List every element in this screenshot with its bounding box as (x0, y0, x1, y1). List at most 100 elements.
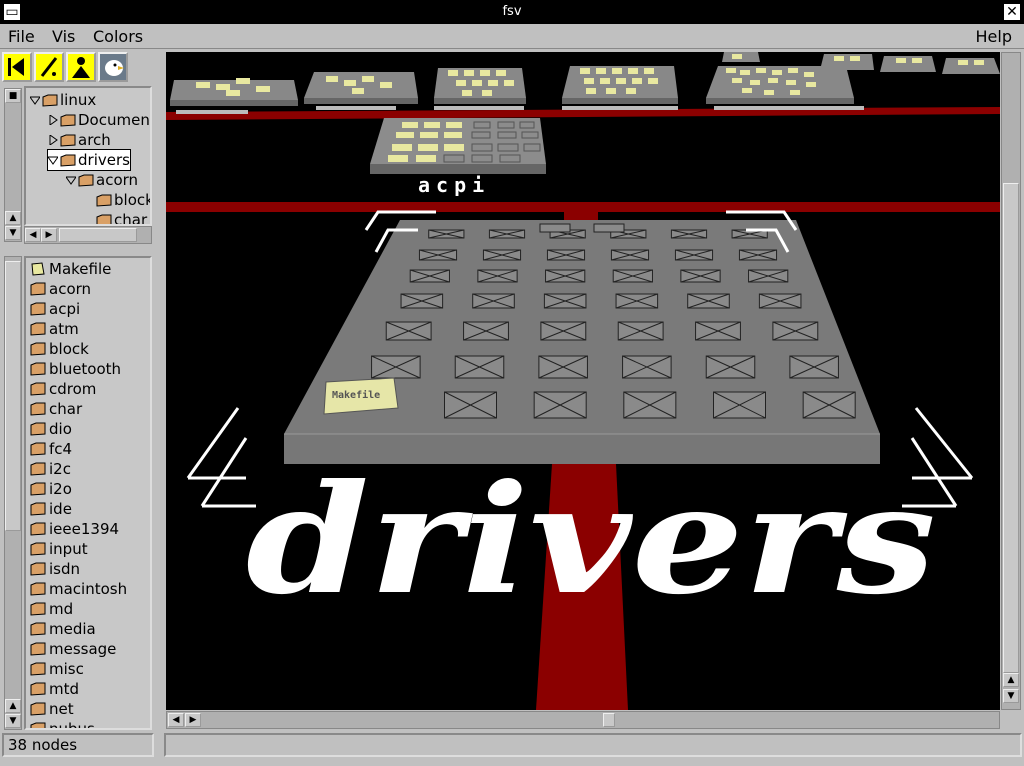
tree-scroll-left[interactable]: ◀ (25, 228, 41, 242)
tree-item[interactable]: Documen (48, 110, 150, 130)
list-item-label: misc (49, 660, 84, 678)
folder-icon (30, 662, 46, 676)
file-list[interactable]: Makefile acorn acpi atm block bluetooth cdrom c… (24, 256, 152, 730)
cd-up-button[interactable] (34, 52, 64, 82)
view-hscroll[interactable]: ◀ ▶ (166, 711, 1000, 729)
file-node[interactable] (593, 223, 625, 233)
list-item[interactable]: input (30, 539, 88, 559)
makefile-node[interactable]: Makefile (323, 377, 399, 415)
list-item[interactable]: misc (30, 659, 84, 679)
tree-scroll-up[interactable]: ▲ (5, 211, 21, 225)
list-item-label: char (49, 400, 83, 418)
collapse-icon[interactable] (30, 95, 40, 105)
list-item[interactable]: block (30, 339, 89, 359)
list-item-label: nubus (49, 720, 95, 730)
list-item[interactable]: char (30, 399, 82, 419)
collapse-icon[interactable] (48, 155, 58, 165)
tree-vscroll[interactable]: ■ ▲ ▼ (4, 88, 22, 242)
tree-scroll-right[interactable]: ▶ (41, 228, 57, 242)
tree-line (84, 215, 94, 224)
folder-icon (30, 382, 46, 396)
list-item-label: i2o (49, 480, 72, 498)
folder-icon (30, 322, 46, 336)
filesystem-3d-view[interactable]: acpi Makefile drivers (166, 52, 1000, 710)
title-bar: ▭ fsv ✕ (0, 0, 1024, 24)
tree-item[interactable]: arch (48, 130, 111, 150)
list-item[interactable]: acpi (30, 299, 80, 319)
folder-icon (30, 462, 46, 476)
list-item[interactable]: ieee1394 (30, 519, 119, 539)
collapse-icon[interactable] (66, 175, 76, 185)
directory-tree[interactable]: linux Documen arch drivers acorn block char (24, 86, 152, 226)
tree-scroll-down[interactable]: ▼ (5, 226, 21, 240)
list-item[interactable]: ide (30, 499, 72, 519)
folder-icon (30, 622, 46, 636)
list-item[interactable]: isdn (30, 559, 80, 579)
tree-item-label: drivers (78, 151, 130, 169)
list-item-label: message (49, 640, 117, 658)
menu-help[interactable]: Help (976, 27, 1012, 46)
list-vscroll-thumb[interactable] (5, 261, 21, 531)
tree-scroll-top[interactable]: ■ (5, 89, 21, 103)
menu-vis[interactable]: Vis (52, 27, 75, 46)
expand-icon[interactable] (48, 135, 58, 145)
list-scroll-down[interactable]: ▼ (5, 714, 21, 728)
view-scroll-up[interactable]: ▲ (1003, 673, 1019, 687)
list-item-label: macintosh (49, 580, 128, 598)
tree-item[interactable]: block (84, 190, 150, 210)
list-item[interactable]: i2c (30, 459, 71, 479)
tree-item[interactable]: drivers (47, 149, 131, 171)
list-vscroll[interactable]: ▲ ▼ (4, 256, 22, 730)
scene-3d[interactable]: acpi Makefile drivers (166, 52, 1000, 710)
list-item[interactable]: cdrom (30, 379, 96, 399)
menu-colors[interactable]: Colors (93, 27, 143, 46)
tree-item[interactable]: char (84, 210, 147, 224)
view-hscroll-thumb[interactable] (603, 713, 615, 727)
folder-icon (30, 562, 46, 576)
file-node[interactable] (539, 223, 571, 233)
folder-icon (30, 522, 46, 536)
window-title: fsv (502, 4, 522, 19)
view-vscroll[interactable]: ▲ ▼ (1001, 52, 1021, 710)
list-scroll-up[interactable]: ▲ (5, 699, 21, 713)
tree-item[interactable]: linux (30, 90, 96, 110)
list-item[interactable]: acorn (30, 279, 91, 299)
list-item[interactable]: md (30, 599, 73, 619)
list-item[interactable]: Makefile (30, 259, 111, 279)
list-item[interactable]: media (30, 619, 96, 639)
tree-item-label: linux (60, 91, 97, 109)
eagle-view-button[interactable] (98, 52, 128, 82)
folder-icon (30, 342, 46, 356)
menu-bar: File Vis Colors Help (0, 24, 1024, 49)
bird-eye-button[interactable] (66, 52, 96, 82)
menu-file[interactable]: File (8, 27, 35, 46)
tree-hscroll[interactable]: ◀ ▶ (24, 226, 152, 244)
toolbar (2, 52, 152, 84)
list-item[interactable]: net (30, 699, 74, 719)
folder-icon (30, 642, 46, 656)
view-vscroll-thumb[interactable] (1003, 183, 1019, 673)
tree-item[interactable]: acorn (66, 170, 138, 190)
list-item[interactable]: dio (30, 419, 72, 439)
list-item-label: input (49, 540, 88, 558)
list-item[interactable]: atm (30, 319, 79, 339)
list-item[interactable]: macintosh (30, 579, 127, 599)
close-button[interactable]: ✕ (1003, 3, 1021, 21)
view-scroll-left[interactable]: ◀ (168, 713, 184, 727)
list-item[interactable]: i2o (30, 479, 72, 499)
list-item[interactable]: fc4 (30, 439, 72, 459)
view-scroll-right[interactable]: ▶ (185, 713, 201, 727)
list-item-label: media (49, 620, 96, 638)
list-item-label: fc4 (49, 440, 73, 458)
list-item[interactable]: nubus (30, 719, 95, 730)
tree-hscroll-thumb[interactable] (59, 228, 137, 242)
list-item[interactable]: mtd (30, 679, 79, 699)
list-item-label: bluetooth (49, 360, 122, 378)
back-to-root-button[interactable] (2, 52, 32, 82)
list-item[interactable]: message (30, 639, 116, 659)
drivers-label: drivers (246, 452, 936, 628)
view-scroll-down[interactable]: ▼ (1003, 689, 1019, 703)
expand-icon[interactable] (48, 115, 58, 125)
tree-item-label: Documen (78, 111, 150, 129)
list-item[interactable]: bluetooth (30, 359, 121, 379)
